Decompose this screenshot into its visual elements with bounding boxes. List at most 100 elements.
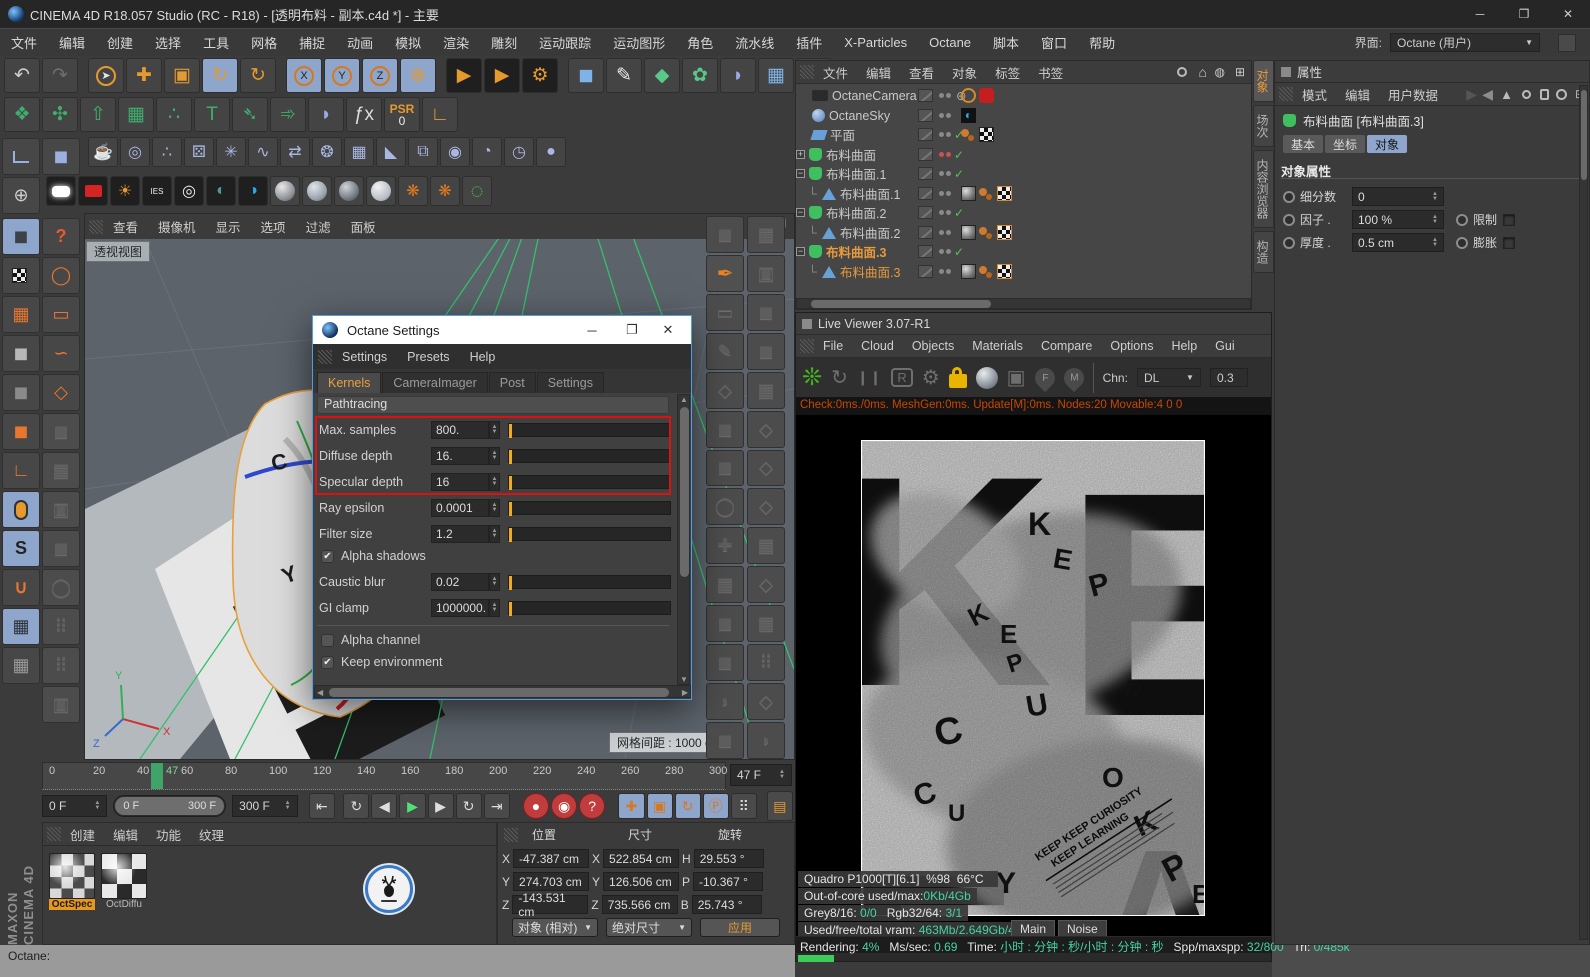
keyframe-help-button[interactable]: ? [579, 793, 606, 819]
material-tag[interactable] [979, 264, 994, 279]
sim-dice-button[interactable]: ⚄ [184, 137, 214, 167]
move-tool-button[interactable]: ✚ [126, 58, 162, 93]
frame-range-slider[interactable]: 0 F 300 F [113, 795, 227, 817]
octane-hdri-button[interactable]: ◐ [206, 176, 236, 206]
dock-tab-object[interactable]: 对象 [1253, 60, 1274, 102]
menu-simulate[interactable]: 模拟 [384, 33, 432, 52]
om-menu-tag[interactable]: 标签 [986, 63, 1029, 82]
scene-nodes-button[interactable] [2, 138, 40, 175]
keep-environment-checkbox[interactable]: ✔ [321, 655, 334, 669]
tree-row-octanecamera[interactable]: OctaneCamera ⊕ [796, 86, 1251, 105]
content-cubes-button[interactable]: ◼ [42, 138, 80, 175]
filter-size-field[interactable]: 1.2 [431, 525, 489, 543]
target-button[interactable]: ◔ [472, 137, 502, 167]
menu-snap[interactable]: 捕捉 [288, 33, 336, 52]
floor-button[interactable]: ▦ [758, 58, 794, 93]
om-menu-edit[interactable]: 编辑 [857, 63, 900, 82]
sim-rings-button[interactable]: ◎ [120, 137, 150, 167]
menu-script[interactable]: 脚本 [982, 33, 1030, 52]
om-menu-object[interactable]: 对象 [943, 63, 986, 82]
dlg-menu-help[interactable]: Help [460, 350, 506, 364]
om-menu-file[interactable]: 文件 [814, 63, 857, 82]
mat-menu-texture[interactable]: 纹理 [190, 825, 233, 844]
history-back-icon[interactable]: ◀ [1482, 86, 1493, 103]
octane-material2-button[interactable] [302, 176, 332, 206]
redo-button[interactable]: ↷ [42, 58, 78, 93]
minimize-button[interactable]: ─ [1458, 0, 1502, 28]
tab-cameraimager[interactable]: CameraImager [382, 372, 488, 393]
end-frame-field[interactable]: 300 F ▲ ▼ [232, 795, 298, 817]
texture-tag[interactable] [979, 127, 994, 142]
octane-arealight-button[interactable] [46, 176, 76, 206]
undo-button[interactable]: ↶ [4, 58, 40, 93]
pathtracing-section-header[interactable]: Pathtracing [317, 396, 669, 414]
material-tag[interactable] [979, 225, 994, 240]
points-mode-button[interactable]: ◼ [2, 335, 40, 372]
menu-edit[interactable]: 编辑 [48, 33, 96, 52]
apply-button[interactable]: 应用 [700, 918, 780, 937]
network-button[interactable]: ❂ [312, 137, 342, 167]
menu-animate[interactable]: 动画 [336, 33, 384, 52]
vp-menu-options[interactable]: 选项 [251, 217, 296, 236]
diffuse-depth-field[interactable]: 16. [431, 447, 489, 465]
vp-menu-filter[interactable]: 过滤 [296, 217, 341, 236]
om-menu-view[interactable]: 查看 [900, 63, 943, 82]
expand-icon[interactable]: + [796, 150, 805, 159]
lock-y-button[interactable]: Y [324, 58, 360, 93]
world-settings-button[interactable]: ⊕ [2, 177, 40, 214]
tree-row-cloth2-child[interactable]: └ 布料曲面.2 [796, 223, 1251, 242]
shuffle-button[interactable]: ⇄ [280, 137, 310, 167]
settings-gear-icon[interactable]: ⚙ [922, 365, 940, 390]
inflate-checkbox[interactable] [1503, 236, 1516, 249]
dialog-maximize-button[interactable]: ❐ [617, 322, 647, 338]
panel-grip[interactable] [504, 827, 518, 842]
connect-button[interactable]: ✣ [42, 97, 78, 132]
search-icon[interactable] [1177, 67, 1187, 77]
texture-mode-button[interactable] [2, 257, 40, 294]
menu-window[interactable]: 窗口 [1030, 33, 1078, 52]
pos-y-field[interactable]: 274.703 cm [513, 872, 590, 891]
python-button[interactable]: ∿ [248, 137, 278, 167]
up-arrow-icon[interactable]: ▲ [1500, 87, 1513, 102]
camera-morph-button[interactable]: ◉ [440, 137, 470, 167]
workplane-mode-button[interactable]: ▦ [2, 296, 40, 333]
octane-logo-icon[interactable]: ❊ [802, 363, 822, 392]
render-canvas[interactable]: K E E A K E P K E [796, 415, 1271, 936]
start-frame-field[interactable]: 0 F ▲ ▼ [42, 795, 108, 817]
spinner[interactable]: ▲ ▼ [489, 525, 500, 543]
octane-target-button[interactable]: ◎ [174, 176, 204, 206]
tab-object[interactable]: 对象 [1367, 135, 1408, 153]
material-pin-icon[interactable]: M [1059, 363, 1088, 392]
target-icon[interactable] [1556, 88, 1567, 100]
menu-create[interactable]: 创建 [96, 33, 144, 52]
factor-field[interactable]: 100 % ▲ ▼ [1352, 210, 1444, 229]
alpha-shadows-checkbox[interactable]: ✔ [321, 549, 334, 563]
lasso-select-button[interactable]: ∽ [42, 335, 80, 372]
workplane-rotate-button[interactable]: ▦ [2, 647, 40, 684]
menu-mesh[interactable]: 网格 [240, 33, 288, 52]
lock-x-button[interactable]: X [286, 58, 322, 93]
lock-workplane-button[interactable]: ▦ [2, 608, 40, 645]
attr-menu-edit[interactable]: 编辑 [1336, 85, 1379, 104]
sweep-button[interactable]: ➾ [270, 97, 306, 132]
spinner[interactable]: ▲ ▼ [489, 599, 500, 617]
sim-particles-button[interactable]: ∴ [152, 137, 182, 167]
text-button[interactable]: T [194, 97, 230, 132]
deformer-button[interactable]: ◗ [720, 58, 756, 93]
octane-ies-button[interactable]: IES [142, 176, 172, 206]
lock-icon[interactable] [1540, 88, 1549, 100]
object-axis-button[interactable]: ∟ [2, 452, 40, 489]
key-parameter-button[interactable]: Ⓟ [702, 793, 729, 819]
diffuse-depth-slider[interactable] [508, 449, 671, 464]
vp-menu-view[interactable]: 查看 [103, 217, 148, 236]
menu-plugins[interactable]: 插件 [785, 33, 833, 52]
tracer-button[interactable]: ➴ [232, 97, 268, 132]
coords-mode-dropdown[interactable]: 对象 (相对) ▼ [512, 918, 598, 937]
uvw-tag[interactable] [997, 186, 1012, 201]
attr-vscrollbar[interactable] [1579, 85, 1588, 940]
key-rotation-button[interactable]: ↻ [674, 793, 701, 819]
tree-row-cloth2[interactable]: − 布料曲面.2 ✓ [796, 203, 1251, 222]
om-menu-bookmark[interactable]: 书签 [1029, 63, 1072, 82]
spinner[interactable]: ▲ ▼ [489, 573, 500, 591]
size-y-field[interactable]: 126.506 cm [603, 872, 680, 891]
